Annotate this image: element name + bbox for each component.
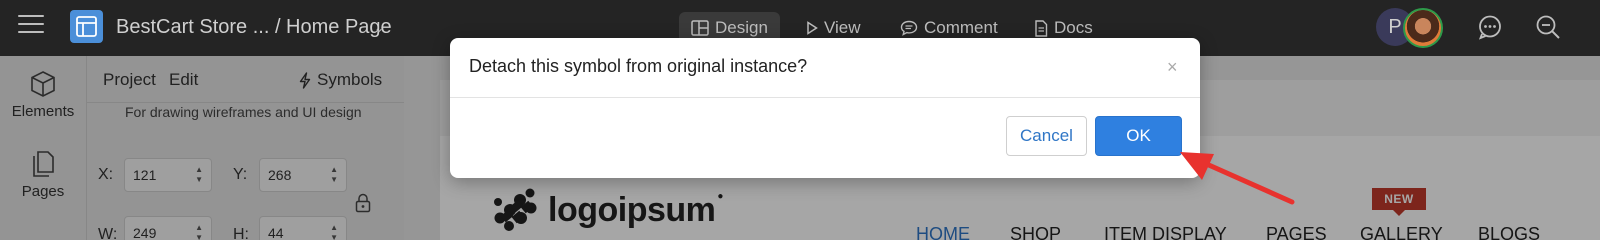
- tab-view-label: View: [824, 18, 861, 37]
- zoom-out-icon[interactable]: [1535, 14, 1561, 40]
- document-icon: [1035, 19, 1048, 37]
- annotation-arrow-icon: [1180, 152, 1295, 205]
- chevron-down-icon[interactable]: ⌄: [374, 21, 384, 35]
- play-icon: [807, 21, 818, 35]
- layout-icon: [691, 20, 709, 36]
- hamburger-menu-icon[interactable]: [18, 15, 44, 37]
- tab-comment-label: Comment: [924, 18, 998, 37]
- confirm-dialog: Detach this symbol from original instanc…: [450, 38, 1200, 178]
- close-icon[interactable]: ×: [1167, 58, 1178, 76]
- cancel-button[interactable]: Cancel: [1006, 116, 1087, 156]
- ok-button[interactable]: OK: [1095, 116, 1182, 156]
- comment-icon: [900, 20, 918, 36]
- chat-icon[interactable]: [1477, 14, 1503, 40]
- tab-design-label: Design: [715, 18, 768, 37]
- dialog-divider: [450, 97, 1200, 98]
- tab-docs-label: Docs: [1054, 18, 1093, 37]
- dialog-title: Detach this symbol from original instanc…: [469, 56, 808, 76]
- app-layout-icon[interactable]: [70, 10, 103, 43]
- avatar-photo[interactable]: [1403, 8, 1443, 48]
- project-title[interactable]: BestCart Store ... / Home Page: [116, 16, 392, 39]
